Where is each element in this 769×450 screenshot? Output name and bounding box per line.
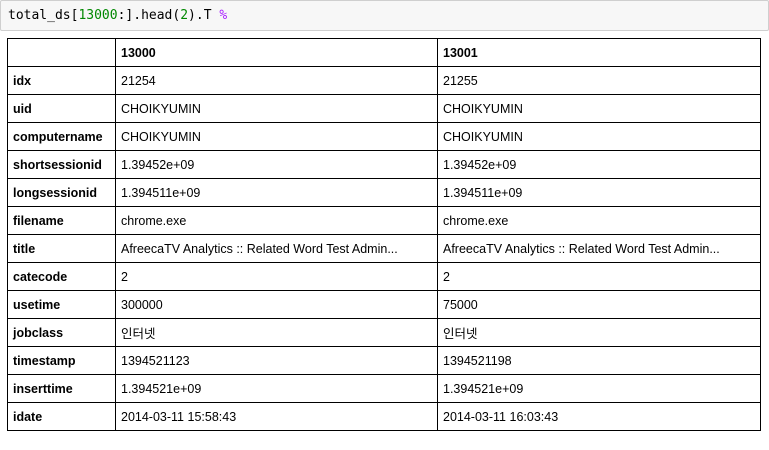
table-cell: 1.39452e+09: [115, 150, 438, 179]
table-header-row: 13000 13001: [7, 38, 761, 67]
table-row: longsessionid 1.394511e+09 1.394511e+09: [7, 178, 761, 207]
table-cell: 1.394521e+09: [115, 374, 438, 403]
table-cell: 2014-03-11 15:58:43: [115, 402, 438, 431]
table-cell: 인터넷: [437, 318, 761, 347]
table-cell: 1.39452e+09: [437, 150, 761, 179]
code-middle: :].head(: [117, 8, 181, 23]
table-cell: 1.394521e+09: [437, 374, 761, 403]
code-number-2: 2: [180, 8, 189, 23]
table-cell: chrome.exe: [437, 206, 761, 235]
row-index-label: jobclass: [7, 318, 116, 347]
table-cell: 1.394511e+09: [437, 178, 761, 207]
table-row: inserttime 1.394521e+09 1.394521e+09: [7, 374, 761, 403]
header-cell-13001: 13001: [437, 38, 761, 67]
code-input-cell[interactable]: total_ds[13000:].head(2).T %: [0, 0, 769, 31]
row-index-label: idx: [7, 66, 116, 95]
row-index-label: longsessionid: [7, 178, 116, 207]
table-row: catecode 2 2: [7, 262, 761, 291]
table-cell: CHOIKYUMIN: [437, 94, 761, 123]
row-index-label: usetime: [7, 290, 116, 319]
table-row: usetime 300000 75000: [7, 290, 761, 319]
row-index-label: shortsessionid: [7, 150, 116, 179]
table-cell: 300000: [115, 290, 438, 319]
table-body: idx 21254 21255 uid CHOIKYUMIN CHOIKYUMIN comp…: [7, 66, 761, 431]
table-row: idate 2014-03-11 15:58:43 2014-03-11 16:03…: [7, 402, 761, 431]
row-index-label: title: [7, 234, 116, 263]
table-cell: 1394521198: [437, 346, 761, 375]
table-cell: chrome.exe: [115, 206, 438, 235]
table-row: timestamp 1394521123 1394521198: [7, 346, 761, 375]
table-row: shortsessionid 1.39452e+09 1.39452e+09: [7, 150, 761, 179]
table-row: uid CHOIKYUMIN CHOIKYUMIN: [7, 94, 761, 123]
header-cell-13000: 13000: [115, 38, 438, 67]
table-cell: 75000: [437, 290, 761, 319]
table-cell: AfreecaTV Analytics :: Related Word Test…: [115, 234, 438, 263]
code-trailing-symbol: %: [219, 8, 228, 23]
row-index-label: catecode: [7, 262, 116, 291]
code-suffix: ).T: [188, 8, 212, 23]
table-row: jobclass 인터넷 인터넷: [7, 318, 761, 347]
row-index-label: timestamp: [7, 346, 116, 375]
table-cell: AfreecaTV Analytics :: Related Word Test…: [437, 234, 761, 263]
row-index-label: computername: [7, 122, 116, 151]
row-index-label: uid: [7, 94, 116, 123]
dataframe-output-table: 13000 13001 idx 21254 21255 uid CHOIKYUMIN CH…: [7, 38, 761, 431]
table-cell: 1394521123: [115, 346, 438, 375]
table-row: idx 21254 21255: [7, 66, 761, 95]
table-cell: CHOIKYUMIN: [115, 122, 438, 151]
table-cell: 2: [437, 262, 761, 291]
table-cell: 2: [115, 262, 438, 291]
table-cell: CHOIKYUMIN: [115, 94, 438, 123]
table-cell: 2014-03-11 16:03:43: [437, 402, 761, 431]
table-cell: 인터넷: [115, 318, 438, 347]
code-number-1: 13000: [78, 8, 118, 23]
table-row: computername CHOIKYUMIN CHOIKYUMIN: [7, 122, 761, 151]
table-row: title AfreecaTV Analytics :: Related Word…: [7, 234, 761, 263]
table-cell: 1.394511e+09: [115, 178, 438, 207]
row-index-label: inserttime: [7, 374, 116, 403]
table-cell: CHOIKYUMIN: [437, 122, 761, 151]
header-index-cell: [7, 38, 116, 67]
table-cell: 21255: [437, 66, 761, 95]
code-prefix: total_ds[: [8, 8, 79, 23]
row-index-label: idate: [7, 402, 116, 431]
table-cell: 21254: [115, 66, 438, 95]
table-row: filename chrome.exe chrome.exe: [7, 206, 761, 235]
row-index-label: filename: [7, 206, 116, 235]
